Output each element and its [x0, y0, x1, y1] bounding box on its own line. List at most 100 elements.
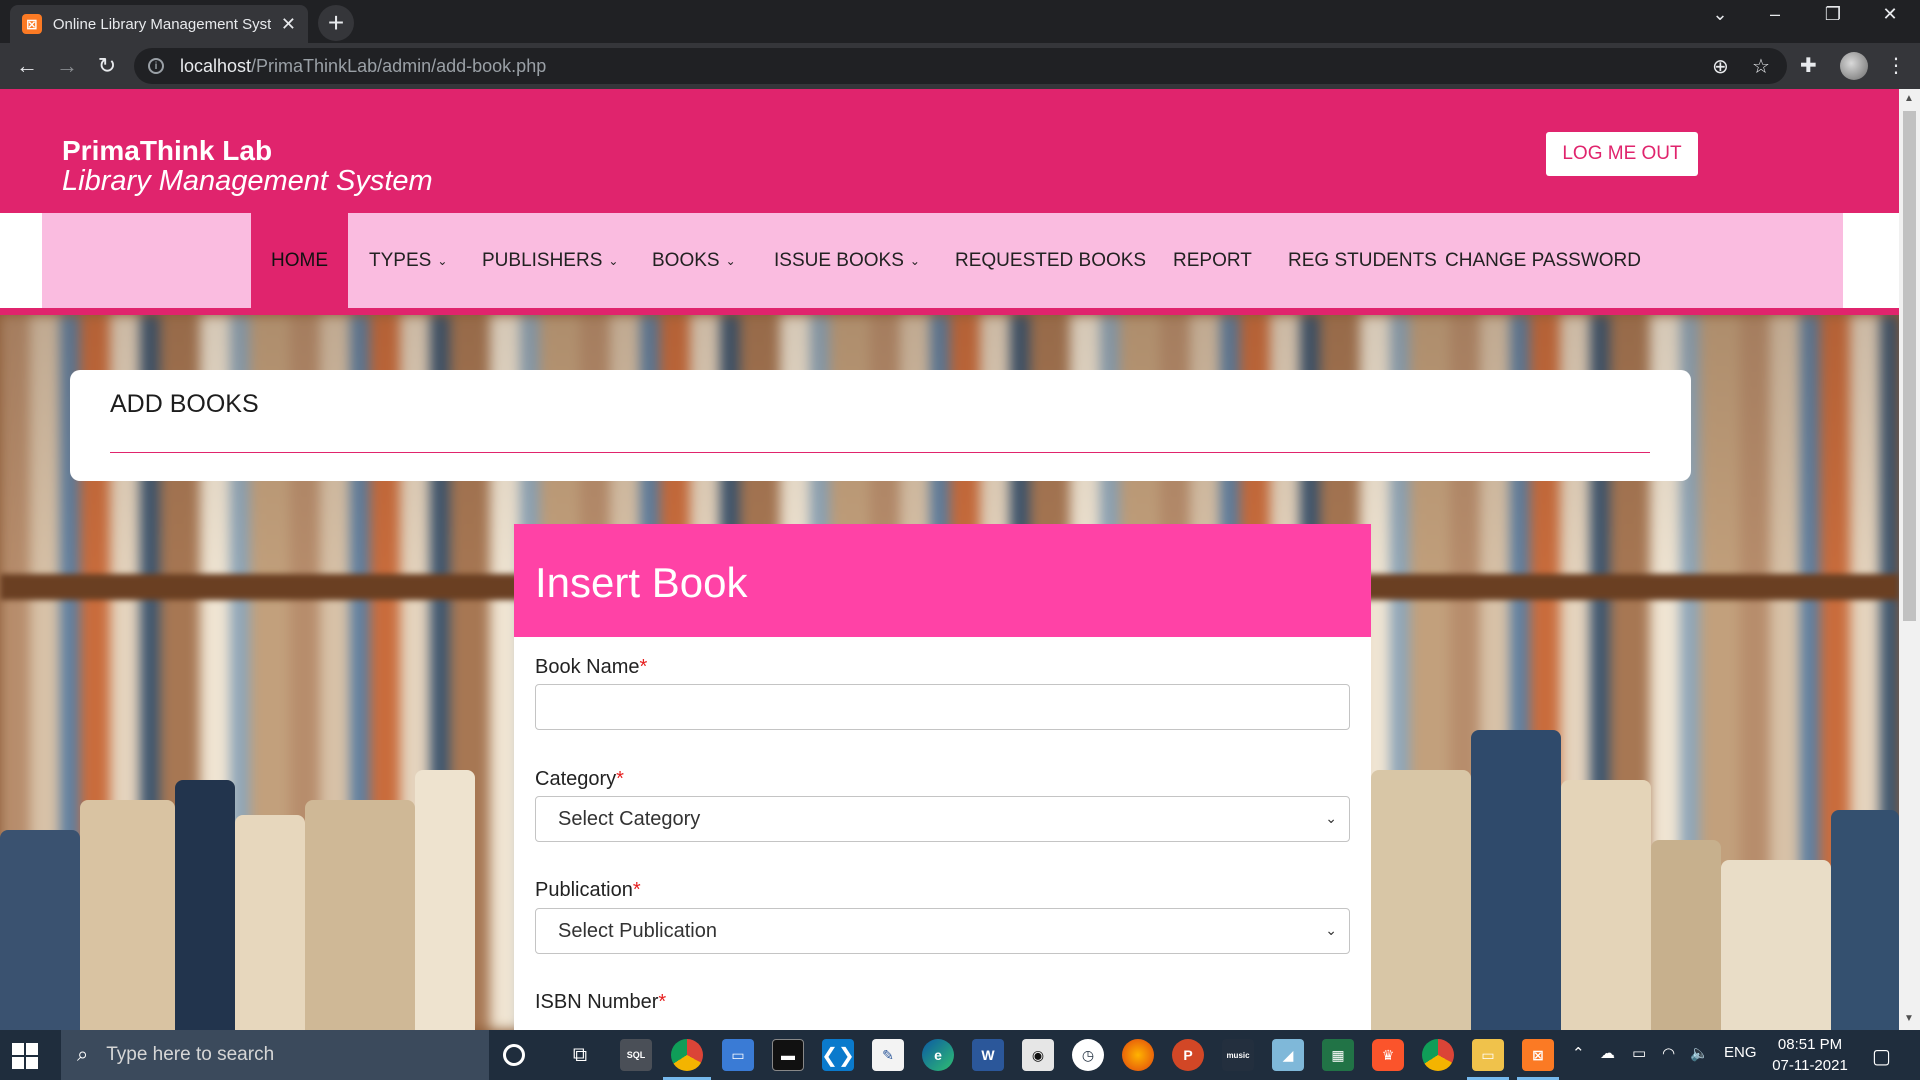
file-explorer-icon[interactable]: ▭: [1472, 1039, 1504, 1071]
nav-requested-books[interactable]: REQUESTED BOOKS: [935, 213, 1166, 308]
word-icon[interactable]: W: [972, 1039, 1004, 1071]
book-decoration: [1471, 730, 1561, 1030]
scroll-up-icon[interactable]: ▲: [1904, 93, 1914, 104]
vscode-icon[interactable]: ❮❯: [821, 1039, 855, 1071]
cortana-icon[interactable]: [503, 1044, 525, 1066]
nav-change-password-label: CHANGE PASSWORD: [1445, 249, 1642, 271]
category-select[interactable]: Select Category ⌄: [535, 796, 1350, 842]
nav-issue-books-label: ISSUE BOOKS: [774, 249, 904, 271]
site-header: PrimaThink Lab Library Management System…: [0, 89, 1899, 213]
clock[interactable]: 08:51 PM 07-11-2021: [1760, 1034, 1860, 1076]
laptop-app-icon[interactable]: ▭: [722, 1039, 754, 1071]
onedrive-icon[interactable]: ☁: [1600, 1044, 1615, 1062]
taskbar-search-placeholder: Type here to search: [106, 1044, 275, 1065]
required-mark: *: [639, 656, 648, 678]
terminal-icon[interactable]: ▬: [772, 1039, 804, 1071]
nav-divider: [0, 308, 1899, 315]
book-decoration: [305, 800, 415, 1030]
amazon-music-icon[interactable]: music: [1222, 1039, 1254, 1071]
extensions-icon[interactable]: ✚: [1800, 53, 1817, 78]
notifications-icon[interactable]: ▢: [1872, 1044, 1891, 1069]
nav-home[interactable]: HOME: [251, 213, 348, 308]
publication-label: Publication*: [535, 879, 641, 902]
chevron-down-icon: ⌄: [725, 253, 736, 268]
restore-button[interactable]: ❐: [1813, 4, 1853, 25]
browser-tab[interactable]: ⊠ Online Library Management System ✕: [10, 5, 308, 43]
brave-icon[interactable]: ♛: [1372, 1039, 1404, 1071]
windows-taskbar: ⌕ Type here to search ⧉ SQL ▭ ▬ ❮❯ ✎ e W…: [0, 1030, 1920, 1080]
book-decoration: [175, 780, 235, 1030]
browser-tabstrip: ⊠ Online Library Management System ✕ + ⌄…: [0, 0, 1920, 43]
book-name-input[interactable]: [535, 684, 1350, 730]
tray-chevron-icon[interactable]: ⌃: [1572, 1044, 1585, 1062]
wifi-icon[interactable]: ◠: [1662, 1044, 1675, 1062]
volume-icon[interactable]: 🔈: [1690, 1044, 1709, 1062]
reload-icon[interactable]: ↻: [92, 51, 122, 81]
clock-app-icon[interactable]: ◷: [1072, 1039, 1104, 1071]
nav-report[interactable]: REPORT: [1153, 213, 1272, 308]
firefox-icon[interactable]: [1122, 1039, 1154, 1071]
page-title-panel: ADD BOOKS: [70, 370, 1691, 481]
edge-icon[interactable]: e: [922, 1039, 954, 1071]
required-mark: *: [616, 768, 624, 790]
address-bar[interactable]: i localhost/PrimaThinkLab/admin/add-book…: [134, 48, 1787, 84]
scroll-down-icon[interactable]: ▼: [1904, 1013, 1914, 1024]
nav-change-password[interactable]: CHANGE PASSWORD: [1425, 213, 1661, 308]
zoom-icon[interactable]: ⊕: [1712, 54, 1729, 79]
close-window-button[interactable]: ✕: [1870, 4, 1910, 25]
back-icon[interactable]: ←: [12, 51, 42, 81]
forward-icon[interactable]: →: [52, 51, 82, 81]
chevron-down-icon: ⌄: [437, 253, 448, 268]
category-selected-value: Select Category: [558, 807, 701, 830]
excel-chart-icon[interactable]: ▦: [1322, 1039, 1354, 1071]
powerpoint-icon[interactable]: P: [1172, 1039, 1204, 1071]
language-indicator[interactable]: ENG: [1724, 1044, 1757, 1061]
chrome-profile-icon[interactable]: [1422, 1039, 1454, 1071]
clock-time: 08:51 PM: [1777, 1036, 1843, 1053]
menu-icon[interactable]: ⋮: [1886, 53, 1906, 78]
notepad-icon[interactable]: ✎: [872, 1039, 904, 1071]
form-heading: Insert Book: [535, 559, 748, 606]
logout-button[interactable]: LOG ME OUT: [1546, 132, 1698, 176]
brand-subtitle: Library Management System: [62, 165, 433, 197]
url-host: localhost: [180, 55, 252, 76]
task-view-icon[interactable]: ⧉: [564, 1039, 596, 1071]
profile-avatar[interactable]: [1840, 52, 1868, 80]
tab-search-icon[interactable]: ⌄: [1700, 4, 1740, 25]
bookmark-star-icon[interactable]: ☆: [1752, 54, 1770, 79]
site-info-icon[interactable]: i: [148, 58, 164, 74]
taskbar-search[interactable]: ⌕ Type here to search: [61, 1030, 489, 1080]
nav-home-label: HOME: [271, 249, 328, 271]
nav-publishers[interactable]: PUBLISHERS ⌄: [462, 213, 638, 308]
close-tab-icon[interactable]: ✕: [281, 14, 296, 35]
chevron-down-icon: ⌄: [608, 253, 619, 268]
chevron-down-icon: ⌄: [909, 253, 920, 268]
page-scrollbar[interactable]: ▲ ▼: [1899, 89, 1920, 1030]
brand-name: PrimaThink Lab: [62, 135, 273, 166]
nav-types-label: TYPES: [369, 249, 432, 271]
category-label: Category*: [535, 768, 624, 791]
nav-types[interactable]: TYPES ⌄: [349, 213, 467, 308]
category-label-text: Category: [535, 768, 617, 790]
battery-icon[interactable]: ▭: [1632, 1044, 1646, 1062]
nav-requested-books-label: REQUESTED BOOKS: [955, 249, 1147, 271]
nav-issue-books[interactable]: ISSUE BOOKS ⌄: [754, 213, 940, 308]
sticky-notes-icon[interactable]: ◢: [1272, 1039, 1304, 1071]
book-decoration: [1561, 780, 1651, 1030]
chevron-down-icon: ⌄: [1325, 922, 1337, 938]
publication-select[interactable]: Select Publication ⌄: [535, 908, 1350, 954]
new-tab-button[interactable]: +: [318, 5, 354, 41]
camera-icon[interactable]: ◉: [1022, 1039, 1054, 1071]
sql-app-icon[interactable]: SQL: [620, 1039, 652, 1071]
scroll-thumb[interactable]: [1903, 111, 1916, 621]
chrome-icon[interactable]: [671, 1039, 703, 1071]
windows-start-icon[interactable]: [12, 1043, 38, 1069]
book-decoration: [235, 815, 305, 1030]
nav-books[interactable]: BOOKS ⌄: [632, 213, 756, 308]
xampp-icon[interactable]: ⊠: [1522, 1039, 1554, 1071]
isbn-label: ISBN Number*: [535, 991, 666, 1014]
book-decoration: [1371, 770, 1471, 1030]
insert-book-form: Insert Book Book Name* Category* Select …: [514, 524, 1371, 1030]
minimize-button[interactable]: –: [1755, 4, 1795, 25]
nav-report-label: REPORT: [1173, 249, 1252, 271]
